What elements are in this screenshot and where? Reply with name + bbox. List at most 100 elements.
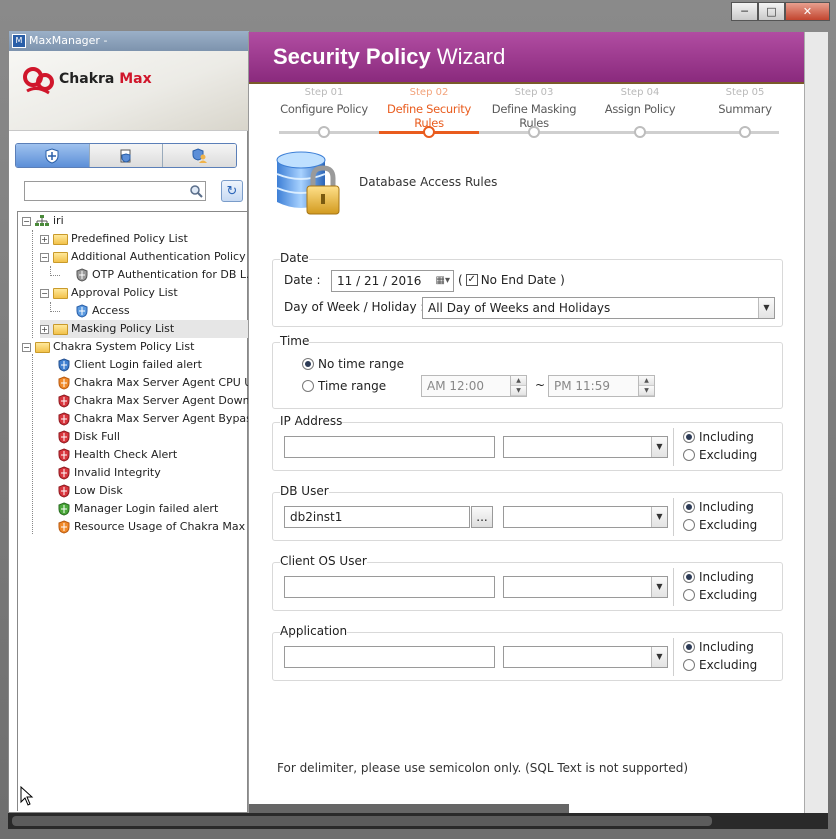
search-icon[interactable] [189, 184, 203, 198]
db-user-including-radio[interactable]: Including [683, 500, 754, 514]
tab-policy[interactable] [16, 144, 90, 167]
radio-icon[interactable] [683, 659, 695, 671]
radio-label: Time range [318, 379, 387, 393]
spin-up-icon[interactable]: ▲ [511, 376, 526, 386]
radio-selected-icon[interactable] [683, 431, 695, 443]
tree-item-health-check[interactable]: Health Check Alert [58, 446, 177, 464]
client-os-including-radio[interactable]: Including [683, 570, 754, 584]
search-input[interactable] [24, 181, 206, 201]
tree-item-access[interactable]: Access [76, 302, 130, 320]
tree-item-agent-cpu[interactable]: Chakra Max Server Agent CPU U... [58, 374, 249, 392]
ip-address-input[interactable] [284, 436, 495, 458]
radio-icon[interactable] [302, 380, 314, 392]
radio-icon[interactable] [683, 449, 695, 461]
tree-item-invalid-integrity[interactable]: Invalid Integrity [58, 464, 161, 482]
shield-orange-icon [58, 376, 70, 390]
tree-item-agent-down[interactable]: Chakra Max Server Agent Down ... [58, 392, 249, 410]
collapse-icon[interactable]: − [40, 252, 49, 262]
step-4[interactable]: Step 04 Assign Policy [585, 87, 695, 116]
tab-users[interactable] [163, 144, 236, 167]
spin-up-icon[interactable]: ▲ [639, 376, 654, 386]
spin-down-icon[interactable]: ▼ [639, 386, 654, 396]
spinner[interactable]: ▲ ▼ [510, 376, 526, 396]
no-time-range-radio[interactable]: No time range [302, 357, 404, 371]
time-to-input[interactable]: PM 11:59 ▲ ▼ [548, 375, 655, 397]
radio-label: Including [699, 640, 754, 654]
tree-item-resource-usage[interactable]: Resource Usage of Chakra Max [58, 518, 245, 536]
chevron-down-icon[interactable]: ▼ [758, 298, 774, 318]
client-os-operator-select[interactable]: ▼ [503, 576, 668, 598]
application-including-radio[interactable]: Including [683, 640, 754, 654]
radio-selected-icon[interactable] [683, 501, 695, 513]
collapse-icon[interactable]: − [22, 342, 31, 352]
tree-item-manager-login[interactable]: Manager Login failed alert [58, 500, 218, 518]
db-user-operator-select[interactable]: ▼ [503, 506, 668, 528]
tree-label: Additional Authentication Policy List [71, 250, 249, 263]
day-of-week-value: All Day of Weeks and Holidays [428, 301, 611, 315]
time-from-input[interactable]: AM 12:00 ▲ ▼ [421, 375, 527, 397]
no-end-date-checkbox[interactable]: ( ✓ No End Date ) [458, 273, 565, 287]
tree-item-additional-auth[interactable]: − Additional Authentication Policy List [40, 248, 249, 266]
window-controls: ─ □ ✕ [731, 2, 830, 21]
chevron-down-icon[interactable]: ▼ [651, 647, 667, 667]
tab-documents[interactable] [89, 144, 164, 167]
radio-label: Including [699, 430, 754, 444]
application-operator-select[interactable]: ▼ [503, 646, 668, 668]
wizard-title: Security Policy Wizard [273, 44, 506, 69]
radio-icon[interactable] [683, 519, 695, 531]
time-range-radio[interactable]: Time range [302, 379, 386, 393]
radio-icon[interactable] [683, 589, 695, 601]
tree-item-otp[interactable]: OTP Authentication for DB L... [76, 266, 249, 284]
step-3[interactable]: Step 03 Define Masking Rules [479, 87, 589, 130]
time-group [272, 342, 783, 409]
calendar-icon[interactable]: ▦▾ [436, 271, 450, 291]
scrollbar-thumb[interactable] [12, 816, 712, 826]
expand-icon[interactable]: + [40, 234, 49, 244]
db-user-excluding-radio[interactable]: Excluding [683, 518, 757, 532]
spin-down-icon[interactable]: ▼ [511, 386, 526, 396]
chevron-down-icon[interactable]: ▼ [651, 507, 667, 527]
collapse-icon[interactable]: − [40, 288, 49, 298]
step-number: Step 05 [725, 87, 765, 98]
minimize-icon[interactable]: ─ [731, 2, 758, 21]
ip-including-radio[interactable]: Including [683, 430, 754, 444]
tree-item-predefined[interactable]: + Predefined Policy List [40, 230, 188, 248]
tree-label: Low Disk [74, 484, 123, 497]
step-2[interactable]: Step 02 Define Security Rules [374, 87, 484, 130]
tree-item-agent-bypass[interactable]: Chakra Max Server Agent Bypas... [58, 410, 249, 428]
refresh-button[interactable]: ↻ [221, 180, 243, 202]
tree-item-approval[interactable]: − Approval Policy List [40, 284, 178, 302]
step-1[interactable]: Step 01 Configure Policy [269, 87, 379, 116]
browse-button[interactable]: ... [471, 506, 493, 528]
client-os-excluding-radio[interactable]: Excluding [683, 588, 757, 602]
tree-item-client-login[interactable]: Client Login failed alert [58, 356, 202, 374]
application-excluding-radio[interactable]: Excluding [683, 658, 757, 672]
application-label: Application [280, 624, 348, 638]
close-icon[interactable]: ✕ [785, 2, 830, 21]
maximize-icon[interactable]: □ [758, 2, 785, 21]
date-picker[interactable]: 11 / 21 / 2016 ▦▾ [331, 270, 454, 292]
shield-red-icon [58, 394, 70, 408]
step-5[interactable]: Step 05 Summary [690, 87, 800, 116]
ip-excluding-radio[interactable]: Excluding [683, 448, 757, 462]
expand-icon[interactable]: + [40, 324, 49, 334]
client-os-user-input[interactable] [284, 576, 495, 598]
ip-address-operator-select[interactable]: ▼ [503, 436, 668, 458]
day-of-week-select[interactable]: All Day of Weeks and Holidays ▼ [422, 297, 775, 319]
tree-root[interactable]: − iri [22, 212, 64, 230]
checkbox-checked-icon[interactable]: ✓ [465, 274, 478, 286]
application-input[interactable] [284, 646, 495, 668]
spinner[interactable]: ▲ ▼ [638, 376, 654, 396]
radio-selected-icon[interactable] [683, 571, 695, 583]
tree-item-masking[interactable]: + Masking Policy List [40, 320, 249, 338]
radio-selected-icon[interactable] [683, 641, 695, 653]
radio-selected-icon[interactable] [302, 358, 314, 370]
db-user-input[interactable]: db2inst1 [284, 506, 470, 528]
horizontal-scrollbar[interactable] [8, 813, 828, 829]
tree-item-system[interactable]: − Chakra System Policy List [22, 338, 194, 356]
chevron-down-icon[interactable]: ▼ [651, 577, 667, 597]
collapse-icon[interactable]: − [22, 216, 31, 226]
tree-item-disk-full[interactable]: Disk Full [58, 428, 120, 446]
chevron-down-icon[interactable]: ▼ [651, 437, 667, 457]
tree-item-low-disk[interactable]: Low Disk [58, 482, 123, 500]
